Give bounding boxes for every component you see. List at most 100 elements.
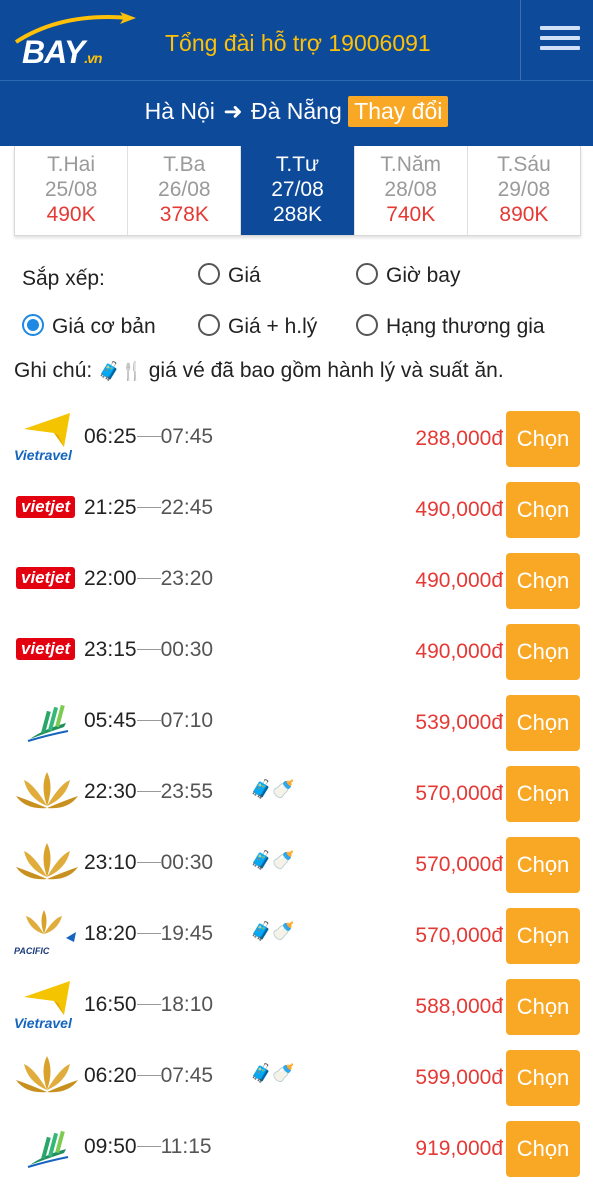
flight-price: 919,000đ bbox=[415, 1137, 503, 1160]
flight-row: PACIFIC 18:20 19:45 🧳🍼 570,000đ Chọn bbox=[0, 902, 593, 973]
pacific-logo-text: PACIFIC bbox=[14, 946, 50, 956]
choose-flight-button[interactable]: Chọn bbox=[506, 1050, 580, 1106]
sort-option-label: Giá bbox=[228, 264, 261, 287]
time-separator bbox=[136, 791, 161, 792]
arrive-time: 07:45 bbox=[160, 1064, 214, 1087]
radio-icon[interactable] bbox=[356, 263, 378, 285]
flight-times: 23:10 00:30 bbox=[84, 851, 213, 875]
airline-logo: Vietravel bbox=[14, 411, 80, 465]
arrive-time: 00:30 bbox=[160, 851, 214, 874]
abay-logo[interactable]: BAY.vn bbox=[12, 8, 142, 70]
airline-logo bbox=[14, 837, 80, 891]
airline-logo: vietjet bbox=[14, 624, 80, 678]
flight-times: 06:25 07:45 bbox=[84, 425, 213, 449]
airline-logo: Vietravel bbox=[14, 979, 80, 1033]
hotline-text: Tổng đài hỗ trợ 19006091 bbox=[165, 30, 431, 56]
choose-flight-button[interactable]: Chọn bbox=[506, 837, 580, 893]
baggage-meal-icon: 🧳🍼 bbox=[250, 921, 295, 941]
radio-icon[interactable] bbox=[198, 263, 220, 285]
depart-time: 18:20 bbox=[84, 922, 137, 945]
lotus-logo-icon bbox=[16, 1056, 78, 1093]
date-min-price: 890K bbox=[499, 203, 549, 226]
flight-list: Vietravel 06:25 07:45 288,000đ Chọn vietjet 21… bbox=[0, 405, 593, 1184]
flight-times: 16:50 18:10 bbox=[84, 993, 213, 1017]
airline-logo bbox=[14, 695, 80, 749]
bamboo-airways-icon bbox=[27, 704, 69, 742]
vietjet-logo-text: vietjet bbox=[16, 496, 76, 518]
arrive-time: 11:15 bbox=[160, 1135, 212, 1158]
time-separator bbox=[136, 1004, 161, 1005]
note-text: Ghi chú: 🧳🍴 giá vé đã bao gồm hành lý và… bbox=[14, 359, 504, 383]
top-header: BAY.vn Tổng đài hỗ trợ 19006091 bbox=[0, 0, 593, 80]
depart-time: 05:45 bbox=[84, 709, 137, 732]
choose-flight-button[interactable]: Chọn bbox=[506, 1121, 580, 1177]
choose-flight-button[interactable]: Chọn bbox=[506, 766, 580, 822]
origin-city: Hà Nội bbox=[144, 98, 215, 124]
time-separator bbox=[136, 933, 161, 934]
airline-logo: vietjet bbox=[14, 553, 80, 607]
flight-times: 22:30 23:55 bbox=[84, 780, 213, 804]
time-separator bbox=[136, 862, 161, 863]
date-tab[interactable]: T.Sáu 29/08 890K bbox=[468, 146, 580, 235]
depart-time: 06:25 bbox=[84, 425, 137, 448]
choose-flight-button[interactable]: Chọn bbox=[506, 553, 580, 609]
vietjet-logo-text: vietjet bbox=[16, 567, 76, 589]
sort-option-base-price[interactable]: Giá cơ bản bbox=[22, 314, 156, 339]
depart-time: 22:00 bbox=[84, 567, 137, 590]
date-min-price: 378K bbox=[159, 203, 209, 226]
date-min-price: 288K bbox=[272, 203, 323, 226]
choose-flight-button[interactable]: Chọn bbox=[506, 482, 580, 538]
time-separator bbox=[136, 1146, 161, 1147]
date-day: T.Sáu bbox=[497, 153, 551, 176]
sort-option-price[interactable]: Giá bbox=[198, 263, 261, 288]
vietjet-logo-text: vietjet bbox=[16, 638, 76, 660]
depart-time: 21:25 bbox=[84, 496, 137, 519]
sort-option-business[interactable]: Hạng thương gia bbox=[356, 314, 545, 339]
radio-icon[interactable] bbox=[198, 314, 220, 336]
arrive-time: 07:45 bbox=[160, 425, 214, 448]
change-route-button[interactable]: Thay đổi bbox=[348, 96, 449, 127]
arrive-time: 18:10 bbox=[160, 993, 214, 1016]
logo-text: BAY.vn bbox=[22, 34, 102, 71]
choose-flight-button[interactable]: Chọn bbox=[506, 411, 580, 467]
depart-time: 22:30 bbox=[84, 780, 137, 803]
time-separator bbox=[136, 649, 161, 650]
flight-times: 09:50 11:15 bbox=[84, 1135, 212, 1159]
depart-time: 23:15 bbox=[84, 638, 137, 661]
date-tab[interactable]: T.Năm 28/08 740K bbox=[355, 146, 468, 235]
depart-time: 09:50 bbox=[84, 1135, 137, 1158]
lotus-logo-icon bbox=[16, 843, 78, 880]
choose-flight-button[interactable]: Chọn bbox=[506, 624, 580, 680]
meal-icon: 🍴 bbox=[120, 361, 143, 381]
note-prefix: Ghi chú: bbox=[14, 359, 93, 382]
arrive-time: 19:45 bbox=[160, 922, 214, 945]
choose-flight-button[interactable]: Chọn bbox=[506, 908, 580, 964]
sort-option-flight-time[interactable]: Giờ bay bbox=[356, 263, 460, 288]
bamboo-airways-icon bbox=[27, 1130, 69, 1168]
pacific-lotus-icon bbox=[26, 910, 76, 942]
sort-option-label: Hạng thương gia bbox=[386, 315, 545, 338]
hamburger-menu-icon[interactable] bbox=[540, 26, 580, 54]
date-tab[interactable]: T.Hai 25/08 490K bbox=[15, 146, 129, 235]
date-tab[interactable]: T.Ba 26/08 378K bbox=[128, 146, 242, 235]
airline-logo bbox=[14, 1121, 80, 1175]
airline-logo: PACIFIC bbox=[14, 908, 80, 962]
choose-flight-button[interactable]: Chọn bbox=[506, 979, 580, 1035]
flight-price: 288,000đ bbox=[415, 427, 503, 450]
arrive-time: 23:55 bbox=[160, 780, 214, 803]
radio-icon[interactable] bbox=[356, 314, 378, 336]
flight-row: 09:50 11:15 919,000đ Chọn bbox=[0, 1115, 593, 1184]
note-body: giá vé đã bao gồm hành lý và suất ăn. bbox=[148, 359, 504, 382]
flight-times: 05:45 07:10 bbox=[84, 709, 213, 733]
flight-row: 22:30 23:55 🧳🍼 570,000đ Chọn bbox=[0, 760, 593, 831]
flight-row: Vietravel 16:50 18:10 588,000đ Chọn bbox=[0, 973, 593, 1044]
vietravel-logo-text: Vietravel bbox=[14, 447, 72, 463]
date-value: 26/08 bbox=[158, 178, 211, 201]
radio-checked-icon[interactable] bbox=[22, 314, 44, 336]
airline-logo bbox=[14, 1050, 80, 1104]
choose-flight-button[interactable]: Chọn bbox=[506, 695, 580, 751]
date-value: 28/08 bbox=[384, 178, 437, 201]
date-tab[interactable]: T.Tư 27/08 288K bbox=[241, 146, 355, 235]
sort-option-price-baggage[interactable]: Giá + h.lý bbox=[198, 314, 317, 339]
flight-price: 490,000đ bbox=[415, 498, 503, 521]
